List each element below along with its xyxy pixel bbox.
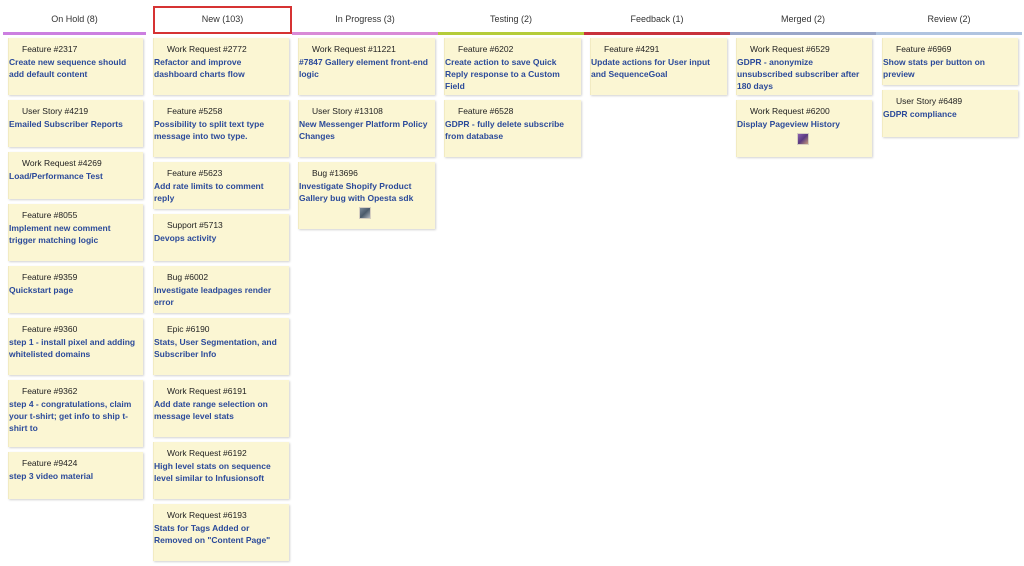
column-header-testing[interactable]: Testing (2) — [438, 6, 584, 35]
card-title-link[interactable]: Create action to save Quick Reply respon… — [445, 56, 577, 92]
card-title-link[interactable]: Create new sequence should add default c… — [9, 56, 139, 80]
task-card[interactable]: Epic #6190 Stats, User Segmentation, and … — [153, 318, 289, 375]
task-card[interactable]: User Story #13108 New Messenger Platform … — [298, 100, 435, 157]
assignee-avatar[interactable] — [796, 133, 809, 145]
task-card[interactable]: Feature #9359 Quickstart page — [8, 266, 143, 313]
assignee-avatar[interactable] — [359, 207, 371, 219]
task-card[interactable]: Work Request #4269 Load/Performance Test — [8, 152, 143, 199]
card-type-label: Bug #13696 — [312, 168, 358, 178]
card-type-label: Feature #5623 — [167, 168, 223, 178]
task-card[interactable]: Work Request #6193 Stats for Tags Added o… — [153, 504, 289, 561]
card-title-link[interactable]: Investigate Shopify Product Gallery bug … — [299, 180, 431, 204]
card-title-link[interactable]: New Messenger Platform Policy Changes — [299, 118, 431, 142]
card-type-label: Feature #9362 — [22, 386, 78, 396]
card-type-label: User Story #4219 — [22, 106, 89, 116]
card-title-link[interactable]: Display Pageview History — [737, 118, 868, 130]
card-type-label: Feature #4291 — [604, 44, 660, 54]
column-header-merged[interactable]: Merged (2) — [730, 6, 876, 35]
card-title-link[interactable]: Show stats per button on preview — [883, 56, 1014, 80]
task-card[interactable]: Feature #5258 Possibility to split text t… — [153, 100, 289, 157]
card-type-label: Work Request #6192 — [167, 448, 247, 458]
column-header-inprogress[interactable]: In Progress (3) — [292, 6, 438, 35]
column-review: Feature #6969 Show stats per button on pr… — [882, 38, 1018, 142]
card-type-label: Feature #9424 — [22, 458, 78, 468]
column-inprogress: Work Request #11221 #7847 Gallery element… — [298, 38, 435, 234]
card-title-link[interactable]: Stats for Tags Added or Removed on "Cont… — [154, 522, 285, 546]
card-title-link[interactable]: High level stats on sequence level simil… — [154, 460, 285, 484]
task-card[interactable]: Feature #8055 Implement new comment trigg… — [8, 204, 143, 261]
card-title-link[interactable]: Refactor and improve dashboard charts fl… — [154, 56, 285, 80]
task-card[interactable]: Feature #9424 step 3 video material — [8, 452, 143, 499]
task-card[interactable]: Work Request #6192 High level stats on se… — [153, 442, 289, 499]
column-new: Work Request #2772 Refactor and improve d… — [153, 38, 289, 566]
card-title-link[interactable]: Load/Performance Test — [9, 170, 139, 182]
task-card[interactable]: Bug #13696 Investigate Shopify Product Ga… — [298, 162, 435, 229]
task-card[interactable]: Feature #6969 Show stats per button on pr… — [882, 38, 1018, 85]
card-type-label: User Story #13108 — [312, 106, 383, 116]
task-card[interactable]: Work Request #2772 Refactor and improve d… — [153, 38, 289, 95]
card-title-link[interactable]: step 1 - install pixel and adding whitel… — [9, 336, 139, 360]
task-card[interactable]: User Story #4219 Emailed Subscriber Repor… — [8, 100, 143, 147]
task-card[interactable]: Feature #9360 step 1 - install pixel and … — [8, 318, 143, 375]
card-title-link[interactable]: step 4 - congratulations, claim your t-s… — [9, 398, 139, 434]
column-feedback: Feature #4291 Update actions for User inp… — [590, 38, 727, 100]
task-card[interactable]: Bug #6002 Investigate leadpages render er… — [153, 266, 289, 313]
task-card[interactable]: Work Request #6529 GDPR - anonymize unsub… — [736, 38, 872, 95]
card-type-label: Epic #6190 — [167, 324, 210, 334]
column-header-onhold[interactable]: On Hold (8) — [3, 6, 146, 35]
card-type-label: Work Request #4269 — [22, 158, 102, 168]
card-type-label: Feature #5258 — [167, 106, 223, 116]
card-title-link[interactable]: Emailed Subscriber Reports — [9, 118, 139, 130]
card-title-link[interactable]: GDPR compliance — [883, 108, 1014, 120]
column-merged: Work Request #6529 GDPR - anonymize unsub… — [736, 38, 872, 162]
card-type-label: User Story #6489 — [896, 96, 963, 106]
card-type-label: Work Request #11221 — [312, 44, 396, 54]
column-header-review[interactable]: Review (2) — [876, 6, 1022, 35]
card-type-label: Work Request #2772 — [167, 44, 247, 54]
card-type-label: Feature #9359 — [22, 272, 78, 282]
card-title-link[interactable]: Add date range selection on message leve… — [154, 398, 285, 422]
column-header-new[interactable]: New (103) — [153, 6, 292, 34]
card-title-link[interactable]: Implement new comment trigger matching l… — [9, 222, 139, 246]
task-card[interactable]: Feature #9362 step 4 - congratulations, c… — [8, 380, 143, 447]
card-type-label: Work Request #6529 — [750, 44, 830, 54]
task-card[interactable]: Feature #4291 Update actions for User inp… — [590, 38, 727, 95]
task-card[interactable]: Feature #6528 GDPR - fully delete subscri… — [444, 100, 581, 157]
card-type-label: Work Request #6191 — [167, 386, 247, 396]
task-card[interactable]: Work Request #6191 Add date range selecti… — [153, 380, 289, 437]
card-title-link[interactable]: GDPR - anonymize unsubscribed subscriber… — [737, 56, 868, 92]
column-onhold: Feature #2317 Create new sequence should … — [8, 38, 143, 504]
column-testing: Feature #6202 Create action to save Quick… — [444, 38, 581, 162]
task-card[interactable]: Support #5713 Devops activity — [153, 214, 289, 261]
task-card[interactable]: Feature #5623 Add rate limits to comment … — [153, 162, 289, 209]
card-type-label: Feature #6969 — [896, 44, 952, 54]
card-title-link[interactable]: Investigate leadpages render error — [154, 284, 285, 308]
card-title-link[interactable]: Devops activity — [154, 232, 285, 244]
task-card[interactable]: Work Request #11221 #7847 Gallery element… — [298, 38, 435, 95]
card-title-link[interactable]: Stats, User Segmentation, and Subscriber… — [154, 336, 285, 360]
task-card[interactable]: User Story #6489 GDPR compliance — [882, 90, 1018, 137]
card-type-label: Work Request #6193 — [167, 510, 247, 520]
card-title-link[interactable]: Add rate limits to comment reply — [154, 180, 285, 204]
task-card[interactable]: Feature #6202 Create action to save Quick… — [444, 38, 581, 95]
card-title-link[interactable]: #7847 Gallery element front-end logic — [299, 56, 431, 80]
card-title-link[interactable]: Possibility to split text type message i… — [154, 118, 285, 142]
card-type-label: Feature #8055 — [22, 210, 78, 220]
card-title-link[interactable]: GDPR - fully delete subscribe from datab… — [445, 118, 577, 142]
card-type-label: Work Request #6200 — [750, 106, 830, 116]
card-type-label: Feature #9360 — [22, 324, 78, 334]
card-type-label: Bug #6002 — [167, 272, 209, 282]
card-type-label: Feature #6528 — [458, 106, 514, 116]
card-type-label: Feature #2317 — [22, 44, 78, 54]
card-title-link[interactable]: Quickstart page — [9, 284, 139, 296]
card-title-link[interactable]: Update actions for User input and Sequen… — [591, 56, 723, 80]
card-title-link[interactable]: step 3 video material — [9, 470, 139, 482]
task-card[interactable]: Work Request #6200 Display Pageview Histo… — [736, 100, 872, 157]
column-header-feedback[interactable]: Feedback (1) — [584, 6, 730, 35]
card-type-label: Feature #6202 — [458, 44, 514, 54]
task-card[interactable]: Feature #2317 Create new sequence should … — [8, 38, 143, 95]
card-type-label: Support #5713 — [167, 220, 223, 230]
